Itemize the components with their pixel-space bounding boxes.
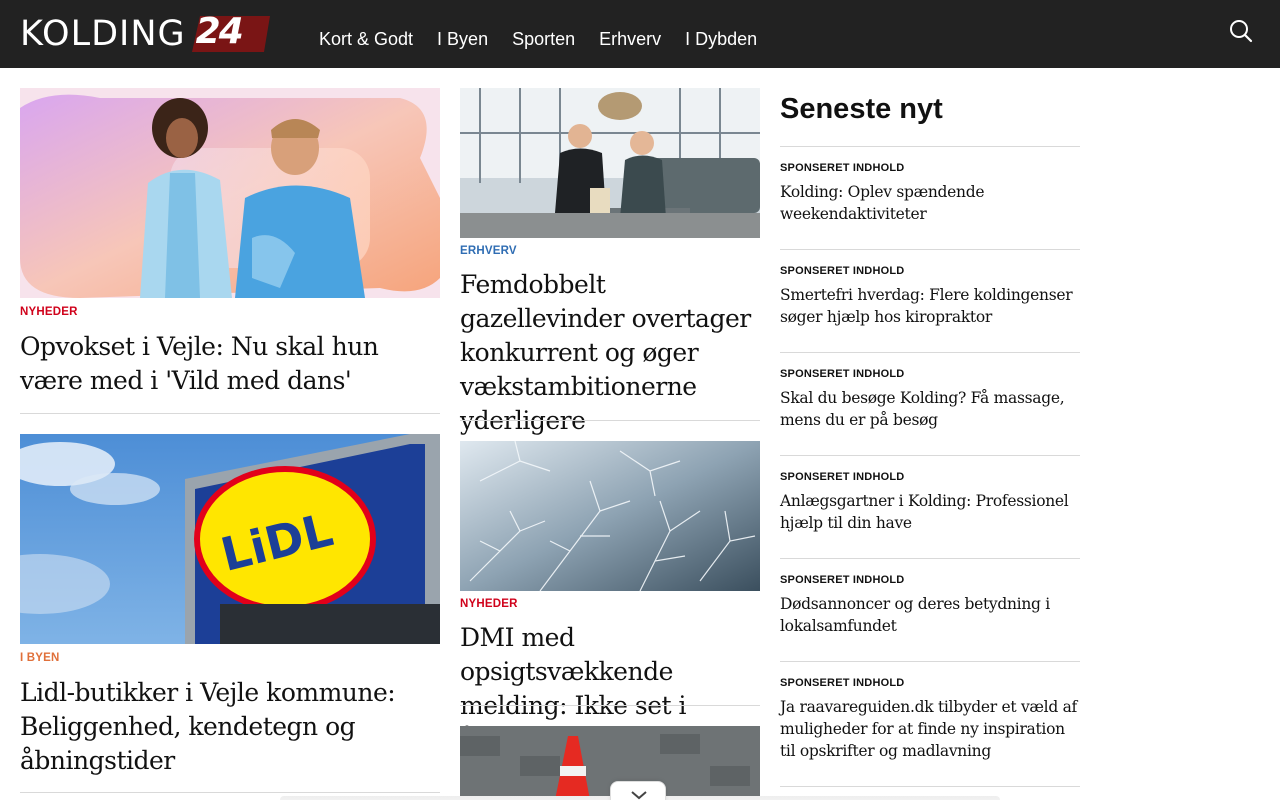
divider xyxy=(20,413,440,414)
frost-photo[interactable] xyxy=(460,441,760,591)
latest-news-link[interactable]: Dødsannoncer og deres betydning i lokals… xyxy=(780,593,1080,637)
article-category[interactable]: ERHVERV xyxy=(460,245,760,259)
search-icon[interactable] xyxy=(1228,18,1254,44)
article-headline[interactable]: Opvokset i Vejle: Nu skal hun være med i… xyxy=(20,330,420,398)
lidl-sign-photo[interactable]: LiDL xyxy=(20,434,440,644)
latest-news-item[interactable]: SPONSERET INDHOLD Smertefri hverdag: Fle… xyxy=(780,249,1080,352)
latest-news-link[interactable]: Ja raavareguiden.dk tilbyder et væld af … xyxy=(780,696,1080,762)
nav-item-i-dybden[interactable]: I Dybden xyxy=(685,28,757,50)
sponsored-label: SPONSERET INDHOLD xyxy=(780,162,905,174)
nav-item-sporten[interactable]: Sporten xyxy=(512,28,575,50)
nav-item-erhverv[interactable]: Erhverv xyxy=(599,28,661,50)
latest-news-link[interactable]: Anlægsgartner i Kolding: Professionel hj… xyxy=(780,490,1080,534)
logo-number: 24 xyxy=(195,11,244,52)
latest-news-title: Seneste nyt xyxy=(780,93,943,125)
latest-news-item[interactable]: SPONSERET INDHOLD Dødsannoncer og deres … xyxy=(780,558,1080,661)
sponsored-label: SPONSERET INDHOLD xyxy=(780,677,905,689)
latest-news-link[interactable]: Kolding: Oplev spændende weekendaktivite… xyxy=(780,181,1080,225)
logo-text: KOLDING xyxy=(20,14,186,54)
latest-news-link[interactable]: Skal du besøge Kolding? Få massage, mens… xyxy=(780,387,1080,431)
chevron-down-icon[interactable] xyxy=(610,781,666,800)
divider xyxy=(460,705,760,706)
sponsored-label: SPONSERET INDHOLD xyxy=(780,368,905,380)
business-men-photo[interactable] xyxy=(460,88,760,238)
latest-news-item[interactable]: SPONSERET INDHOLD Kolding: Oplev spænden… xyxy=(780,146,1080,249)
article-card[interactable]: NYHEDER Opvokset i Vejle: Nu skal hun væ… xyxy=(20,88,440,398)
latest-news-item[interactable]: SPONSERET INDHOLD Ja raavareguiden.dk ti… xyxy=(780,661,1080,787)
latest-news-item[interactable]: SPONSERET INDHOLD Skal du besøge Kolding… xyxy=(780,352,1080,455)
latest-news-item[interactable]: SPONSERET INDHOLD Anlægsgartner i Koldin… xyxy=(780,455,1080,558)
article-card[interactable]: ERHVERV Femdobbelt gazellevinder overtag… xyxy=(460,88,760,438)
divider xyxy=(460,420,760,421)
nav-item-i-byen[interactable]: I Byen xyxy=(437,28,488,50)
article-headline[interactable]: Femdobbelt gazellevinder overtager konku… xyxy=(460,268,760,438)
logo-badge: 24 xyxy=(191,11,270,52)
article-card[interactable]: NYHEDER DMI med opsigtsvækkende melding:… xyxy=(460,441,760,757)
nav-item-kort-godt[interactable]: Kort & Godt xyxy=(319,28,413,50)
latest-news-link[interactable]: Smertefri hverdag: Flere koldingenser sø… xyxy=(780,284,1080,328)
sponsored-label: SPONSERET INDHOLD xyxy=(780,471,905,483)
divider xyxy=(20,792,440,793)
article-category[interactable]: I BYEN xyxy=(20,652,440,666)
dancers-photo[interactable] xyxy=(20,88,440,298)
article-category[interactable]: NYHEDER xyxy=(460,598,760,612)
article-card[interactable]: LiDL I BYEN Lidl-butikker i Vejle kommun… xyxy=(20,434,440,778)
sponsored-label: SPONSERET INDHOLD xyxy=(780,574,905,586)
site-header: KOLDING 24 Kort & Godt I Byen Sporten Er… xyxy=(0,0,1280,68)
sponsored-label: SPONSERET INDHOLD xyxy=(780,265,905,277)
main-nav: Kort & Godt I Byen Sporten Erhverv I Dyb… xyxy=(319,28,781,50)
article-headline[interactable]: Lidl-butikker i Vejle kommune: Beliggenh… xyxy=(20,676,420,778)
latest-news-sidebar: Seneste nyt SPONSERET INDHOLD Kolding: O… xyxy=(780,88,1080,787)
site-logo[interactable]: KOLDING 24 xyxy=(20,11,270,54)
article-category[interactable]: NYHEDER xyxy=(20,306,440,320)
